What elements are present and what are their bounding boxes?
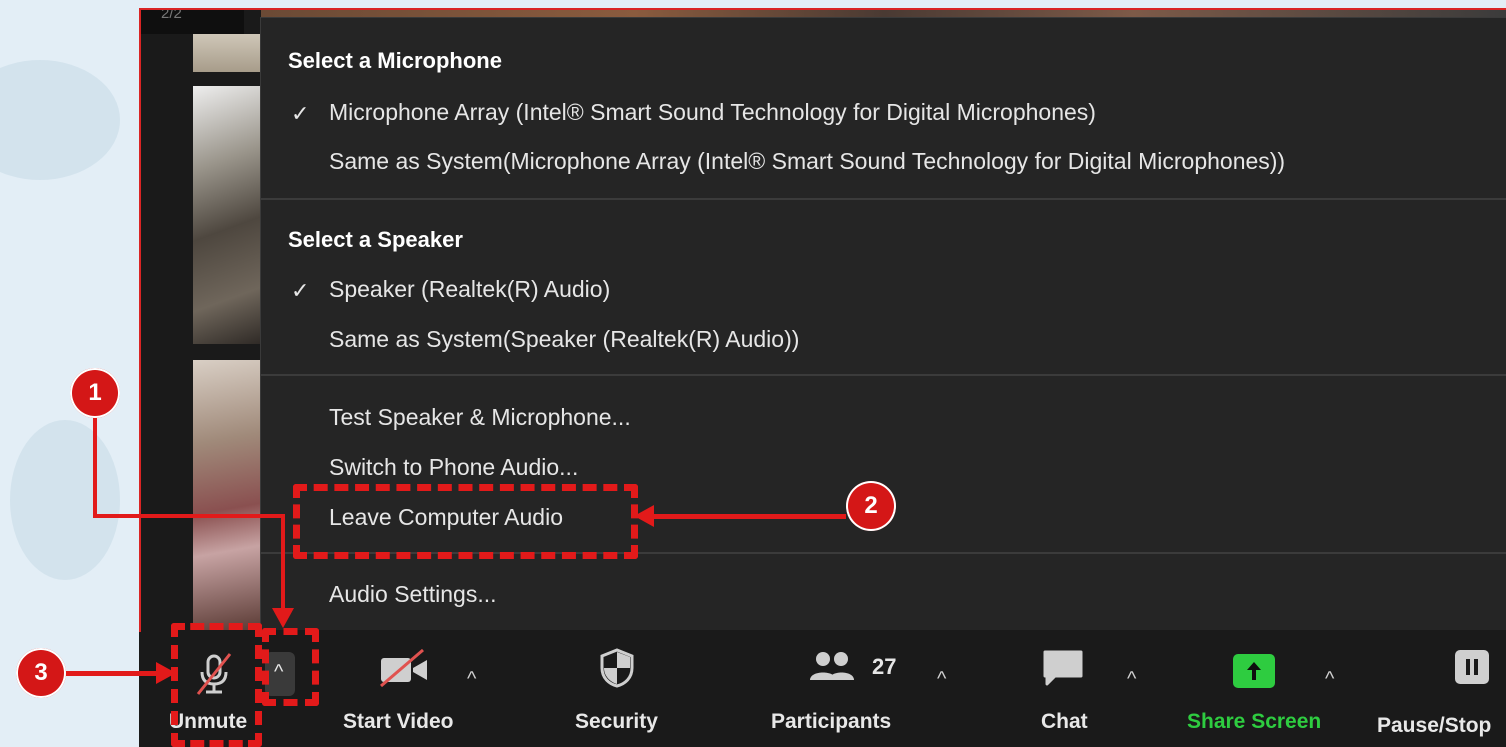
participant-video-thumbnail[interactable] [193,34,261,72]
arrow-head-icon [272,608,294,628]
annotation-badge-2: 2 [846,481,896,531]
shield-icon [600,648,634,688]
chat-label: Chat [1041,710,1088,733]
share-screen-button[interactable]: ^ Share Screen [1185,632,1345,747]
annotation-arrow-line [650,514,846,519]
microphone-heading: Select a Microphone [288,48,502,73]
menu-divider [261,374,1506,376]
highlight-audio-caret [262,628,319,706]
video-camera-muted-icon [380,648,427,688]
meeting-toolbar: Unmute ^ ^ Start Video Security 27 ^ Par… [139,632,1506,747]
chevron-up-icon[interactable]: ^ [1127,668,1136,691]
menu-item-microphone-array[interactable]: Microphone Array (Intel® Smart Sound Tec… [329,99,1096,126]
highlight-unmute-button [171,623,262,747]
participant-video-thumbnail[interactable] [193,86,261,344]
menu-item-switch-to-phone-audio[interactable]: Switch to Phone Audio... [329,454,578,481]
annotation-arrow-line [93,418,97,518]
menu-item-speaker-realtek[interactable]: Speaker (Realtek(R) Audio) [329,276,610,303]
pause-icon [1455,650,1489,684]
annotation-arrow-line [281,514,285,614]
chevron-up-icon[interactable]: ^ [937,668,946,691]
chat-button[interactable]: ^ Chat [1035,632,1175,747]
checkmark-icon: ✓ [291,278,310,303]
participants-count: 27 [872,654,897,679]
security-button[interactable]: Security [569,632,669,747]
participants-button[interactable]: 27 ^ Participants [769,632,979,747]
share-screen-label: Share Screen [1187,710,1322,733]
background-blotch [10,420,120,580]
arrow-head-icon [634,505,654,527]
participants-label: Participants [771,710,892,733]
background-blotch [0,60,120,180]
page-indicator[interactable]: 2/2 [141,10,244,34]
arrow-head-icon [156,662,176,684]
chevron-up-icon[interactable]: ^ [1325,668,1334,691]
speaker-heading: Select a Speaker [288,227,463,252]
participants-icon [810,652,854,680]
participant-video-thumbnail[interactable] [193,360,261,630]
annotation-arrow-line [93,514,285,518]
annotation-arrow-line [66,671,158,676]
checkmark-icon: ✓ [291,101,310,126]
chevron-up-icon[interactable]: ^ [467,668,476,691]
menu-divider [261,198,1506,200]
menu-item-test-speaker-microphone[interactable]: Test Speaker & Microphone... [329,404,631,431]
annotation-badge-1: 1 [70,368,120,418]
security-label: Security [575,710,658,733]
menu-item-microphone-same-as-system[interactable]: Same as System(Microphone Array (Intel® … [329,148,1285,175]
start-video-label: Start Video [343,710,454,733]
menu-item-audio-settings[interactable]: Audio Settings... [329,581,497,608]
share-screen-icon [1233,654,1275,688]
annotation-badge-3: 3 [16,648,66,698]
highlight-leave-computer-audio [293,484,638,559]
pause-stop-label: Pause/Stop [1377,714,1492,737]
start-video-button[interactable]: ^ Start Video [335,632,485,747]
pause-stop-button[interactable]: Pause/Stop [1375,632,1506,747]
menu-item-speaker-same-as-system[interactable]: Same as System(Speaker (Realtek(R) Audio… [329,326,799,353]
chat-bubble-icon [1043,650,1083,686]
